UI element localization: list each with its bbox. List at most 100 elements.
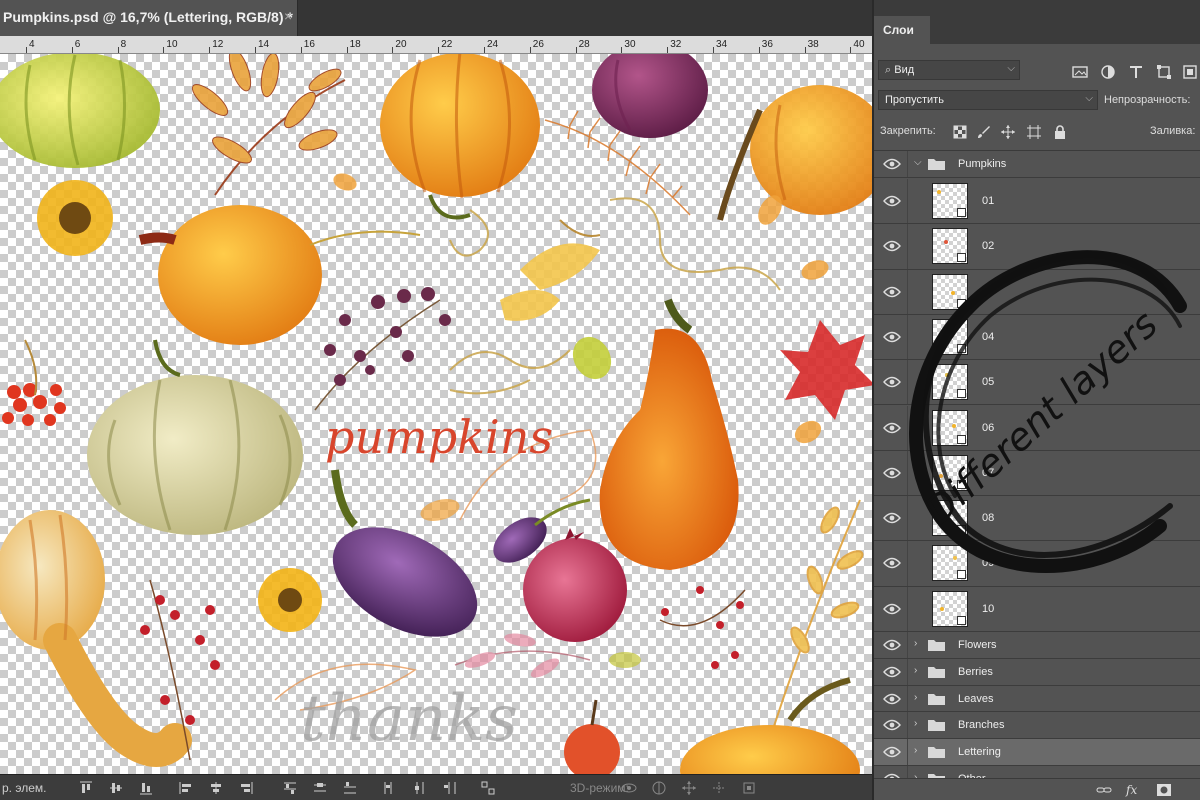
ruler-tick-label: 40: [853, 39, 865, 50]
align-bottom-icon[interactable]: [138, 780, 154, 796]
align-horizontal-center-icon[interactable]: [208, 780, 224, 796]
align-vertical-center-icon[interactable]: [108, 780, 124, 796]
layer-group-pumpkins[interactable]: ⌵ Pumpkins: [874, 151, 1200, 178]
document-canvas[interactable]: pumpkins thanks: [0, 54, 872, 774]
layer-item-02[interactable]: 02: [874, 224, 1200, 270]
layer-item-06[interactable]: 06: [874, 405, 1200, 451]
layer-group-leaves[interactable]: › Leaves: [874, 685, 1200, 713]
eye-icon[interactable]: [883, 666, 901, 678]
shape-filter-icon[interactable]: [1156, 64, 1172, 80]
smart-object-badge-icon: [957, 389, 966, 399]
smart-object-badge-icon: [957, 208, 966, 217]
image-filter-icon[interactable]: [1072, 64, 1088, 80]
layers-list[interactable]: ⌵ Pumpkins 01 02 03 04 05 06 07 08 09 10 › Flowers ›…: [874, 150, 1200, 778]
eye-icon[interactable]: [883, 331, 901, 343]
layer-item-05[interactable]: 05: [874, 360, 1200, 406]
eye-icon[interactable]: [883, 512, 901, 524]
eye-icon[interactable]: [883, 557, 901, 569]
ruler-tick-label: 18: [349, 39, 361, 50]
ruler-tick-label: 32: [670, 39, 682, 50]
lock-paint-icon[interactable]: [976, 124, 992, 140]
blend-mode-select[interactable]: Пропустить ⌵: [878, 90, 1098, 110]
lock-transparent-icon[interactable]: [952, 124, 968, 140]
eye-icon[interactable]: [883, 195, 901, 207]
eye-icon[interactable]: [883, 240, 901, 252]
chevron-right-icon[interactable]: ›: [914, 692, 917, 703]
fx-icon[interactable]: fx: [1126, 783, 1142, 797]
orange-pumpkin-right-illustration: [717, 85, 872, 221]
layer-item-10[interactable]: 10: [874, 586, 1200, 632]
smart-object-badge-icon: [957, 434, 966, 444]
chevron-right-icon[interactable]: ›: [914, 745, 917, 756]
chevron-right-icon[interactable]: ›: [914, 665, 917, 676]
align-right-icon[interactable]: [238, 780, 254, 796]
3d-roll-icon[interactable]: [650, 779, 668, 797]
3d-orbit-icon[interactable]: [620, 779, 638, 797]
document-tab[interactable]: Pumpkins.psd @ 16,7% (Lettering, RGB/8) …: [0, 0, 298, 36]
adjustment-filter-icon[interactable]: [1100, 64, 1116, 80]
layer-filter-select[interactable]: ⌕ Вид ⌵: [878, 60, 1020, 80]
3d-scale-icon[interactable]: [740, 779, 758, 797]
lock-artboard-icon[interactable]: [1026, 124, 1042, 140]
link-icon[interactable]: [1096, 783, 1112, 797]
eye-icon[interactable]: [883, 422, 901, 434]
lock-move-icon[interactable]: [1000, 124, 1016, 140]
layer-item-07[interactable]: 07: [874, 450, 1200, 497]
layer-group-name: Berries: [958, 665, 993, 678]
layer-group-name: Leaves: [958, 692, 994, 705]
distribute-bottom-icon[interactable]: [342, 780, 358, 796]
eye-icon[interactable]: [883, 746, 901, 758]
smart-object-filter-icon[interactable]: [1182, 64, 1198, 80]
distribute-horizontal-center-icon[interactable]: [412, 780, 428, 796]
eye-icon[interactable]: [883, 376, 901, 388]
eye-icon[interactable]: [883, 693, 901, 705]
align-left-icon[interactable]: [178, 780, 194, 796]
type-filter-icon[interactable]: [1128, 64, 1144, 80]
eye-icon[interactable]: [883, 719, 901, 731]
layer-item-08[interactable]: 08: [874, 496, 1200, 542]
auto-align-icon[interactable]: [480, 780, 496, 796]
tab-layers[interactable]: Слои: [874, 16, 930, 44]
apple-illustration: [564, 699, 620, 774]
layer-item-01[interactable]: 01: [874, 179, 1200, 225]
ruler-tick-mark: [713, 47, 714, 53]
distribute-vertical-center-icon[interactable]: [312, 780, 328, 796]
layer-item-04[interactable]: 04: [874, 314, 1200, 361]
3d-pan-icon[interactable]: [680, 779, 698, 797]
layer-group-flowers[interactable]: › Flowers: [874, 632, 1200, 659]
layer-item-03[interactable]: 03: [874, 269, 1200, 315]
layer-group-berries[interactable]: › Berries: [874, 658, 1200, 686]
distribute-top-icon[interactable]: [282, 780, 298, 796]
layer-group-other[interactable]: ›Other: [874, 766, 1200, 778]
3d-slide-icon[interactable]: [710, 779, 728, 797]
eye-icon[interactable]: [883, 639, 901, 651]
layer-thumbnail: [932, 454, 968, 491]
ruler-tick-label: 38: [807, 39, 819, 50]
mask-icon[interactable]: [1156, 783, 1172, 797]
eye-icon[interactable]: [883, 603, 901, 615]
layer-item-09[interactable]: 09: [874, 541, 1200, 587]
layer-group-branches[interactable]: › Branches: [874, 712, 1200, 740]
lock-all-icon[interactable]: [1052, 124, 1068, 140]
chevron-right-icon[interactable]: ›: [914, 718, 917, 729]
chevron-down-icon[interactable]: ⌵: [914, 157, 922, 168]
document-tab-title: Pumpkins.psd @ 16,7% (Lettering, RGB/8) …: [3, 9, 293, 25]
layer-thumbnail: [932, 183, 968, 219]
distribute-left-icon[interactable]: [382, 780, 398, 796]
eye-icon[interactable]: [883, 158, 901, 170]
eye-icon[interactable]: [883, 467, 901, 479]
ruler-tick-label: 16: [303, 39, 315, 50]
ruler-tick-mark: [300, 47, 302, 53]
distribute-right-icon[interactable]: [442, 780, 458, 796]
horizontal-ruler[interactable]: 4 6 8 10 12 14 16 18 20 22 24 26 28 30 32 34 36 38 40: [0, 36, 872, 54]
layer-thumbnail: [932, 364, 968, 401]
layer-group-lettering[interactable]: › Lettering: [874, 739, 1200, 766]
close-tab-icon[interactable]: ×: [284, 8, 292, 24]
eye-icon[interactable]: [883, 286, 901, 298]
ruler-tick-label: 12: [212, 39, 224, 50]
ruler-tick-label: 36: [761, 39, 773, 50]
chevron-right-icon[interactable]: ›: [914, 638, 917, 649]
layer-name: 02: [982, 240, 995, 253]
align-top-icon[interactable]: [78, 780, 94, 796]
watercolor-artwork: pumpkins thanks: [0, 54, 872, 774]
